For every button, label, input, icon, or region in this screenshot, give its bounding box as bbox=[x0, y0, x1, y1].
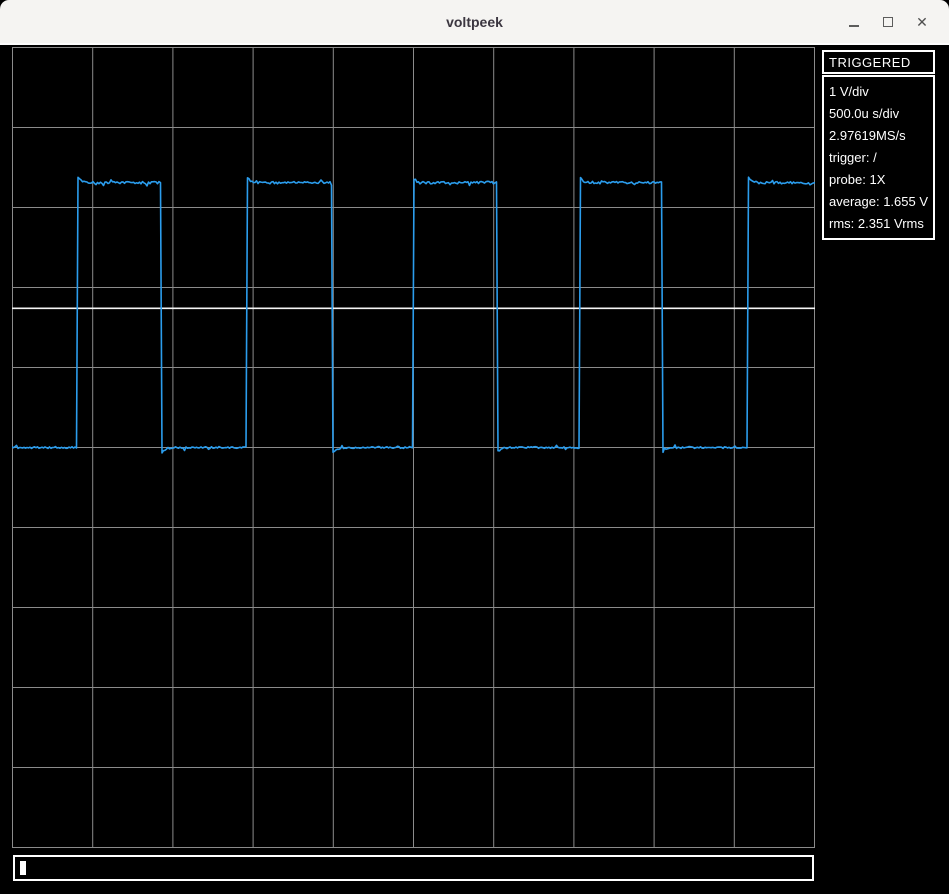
text-cursor bbox=[20, 861, 26, 875]
minimize-icon bbox=[849, 25, 859, 27]
command-input[interactable] bbox=[13, 855, 814, 881]
close-button[interactable]: ✕ bbox=[911, 11, 933, 33]
close-icon: ✕ bbox=[916, 15, 928, 29]
stat-row: rms: 2.351 Vrms bbox=[829, 213, 928, 235]
window-controls: ✕ bbox=[843, 0, 933, 43]
scope-stats: 1 V/div500.0u s/div2.97619MS/strigger: /… bbox=[822, 75, 935, 240]
scope-display bbox=[12, 47, 815, 848]
stat-row: 500.0u s/div bbox=[829, 103, 928, 125]
stat-row: average: 1.655 V bbox=[829, 191, 928, 213]
maximize-button[interactable] bbox=[877, 11, 899, 33]
stat-row: probe: 1X bbox=[829, 169, 928, 191]
info-panel: TRIGGERED 1 V/div500.0u s/div2.97619MS/s… bbox=[822, 50, 935, 240]
waveform-trace bbox=[12, 177, 815, 453]
stat-row: 2.97619MS/s bbox=[829, 125, 928, 147]
maximize-icon bbox=[883, 17, 893, 27]
window-title: voltpeek bbox=[446, 14, 503, 30]
voltpeek-window: voltpeek ✕ TRIGGERED 1 V/div500.0u s/div… bbox=[0, 0, 949, 894]
minimize-button[interactable] bbox=[843, 11, 865, 33]
titlebar: voltpeek ✕ bbox=[0, 0, 949, 45]
stat-row: 1 V/div bbox=[829, 81, 928, 103]
trigger-status-badge: TRIGGERED bbox=[822, 50, 935, 74]
stat-row: trigger: / bbox=[829, 147, 928, 169]
